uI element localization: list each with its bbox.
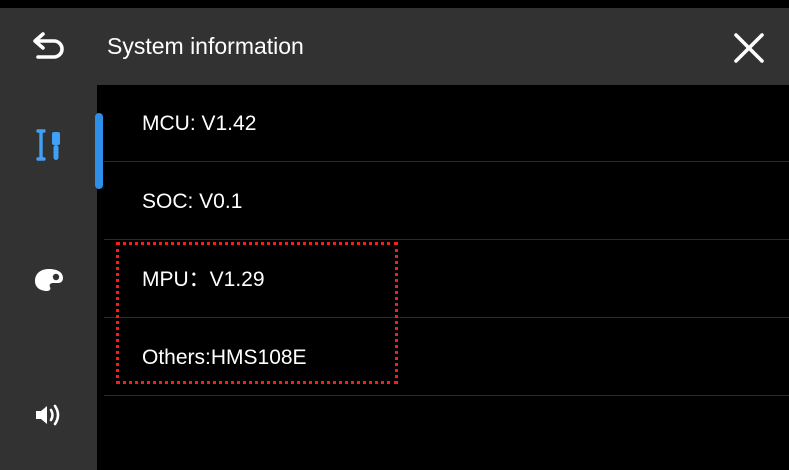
tools-icon — [35, 129, 60, 161]
info-row-text: Others:HMS108E — [142, 346, 307, 369]
info-row-soc: SOC: V0.1 — [104, 163, 789, 240]
header-bar: System information — [0, 8, 789, 85]
back-button[interactable] — [22, 24, 74, 68]
close-icon — [734, 33, 764, 63]
back-arrow-icon — [33, 32, 64, 59]
page-title: System information — [107, 33, 304, 59]
info-row-text: MPU：V1.29 — [142, 268, 265, 291]
close-button[interactable] — [727, 26, 771, 70]
system-information-screen: System information MCU: V1.42 SOC: V0.1 … — [0, 0, 789, 470]
sidebar — [0, 85, 97, 470]
info-row-mcu: MCU: V1.42 — [104, 85, 789, 162]
sidebar-item-display[interactable] — [0, 220, 97, 340]
palette-icon — [34, 269, 63, 291]
info-row-mpu: MPU：V1.29 — [104, 241, 789, 318]
sidebar-item-sound[interactable] — [0, 355, 97, 470]
sidebar-item-system-settings[interactable] — [0, 85, 97, 205]
info-row-others: Others:HMS108E — [104, 319, 789, 396]
info-list: MCU: V1.42 SOC: V0.1 MPU：V1.29 Others:HM… — [104, 85, 789, 470]
selected-tab-indicator — [95, 113, 103, 189]
speaker-icon — [35, 404, 59, 426]
info-row-text: SOC: V0.1 — [142, 190, 243, 213]
info-row-text: MCU: V1.42 — [142, 112, 257, 135]
